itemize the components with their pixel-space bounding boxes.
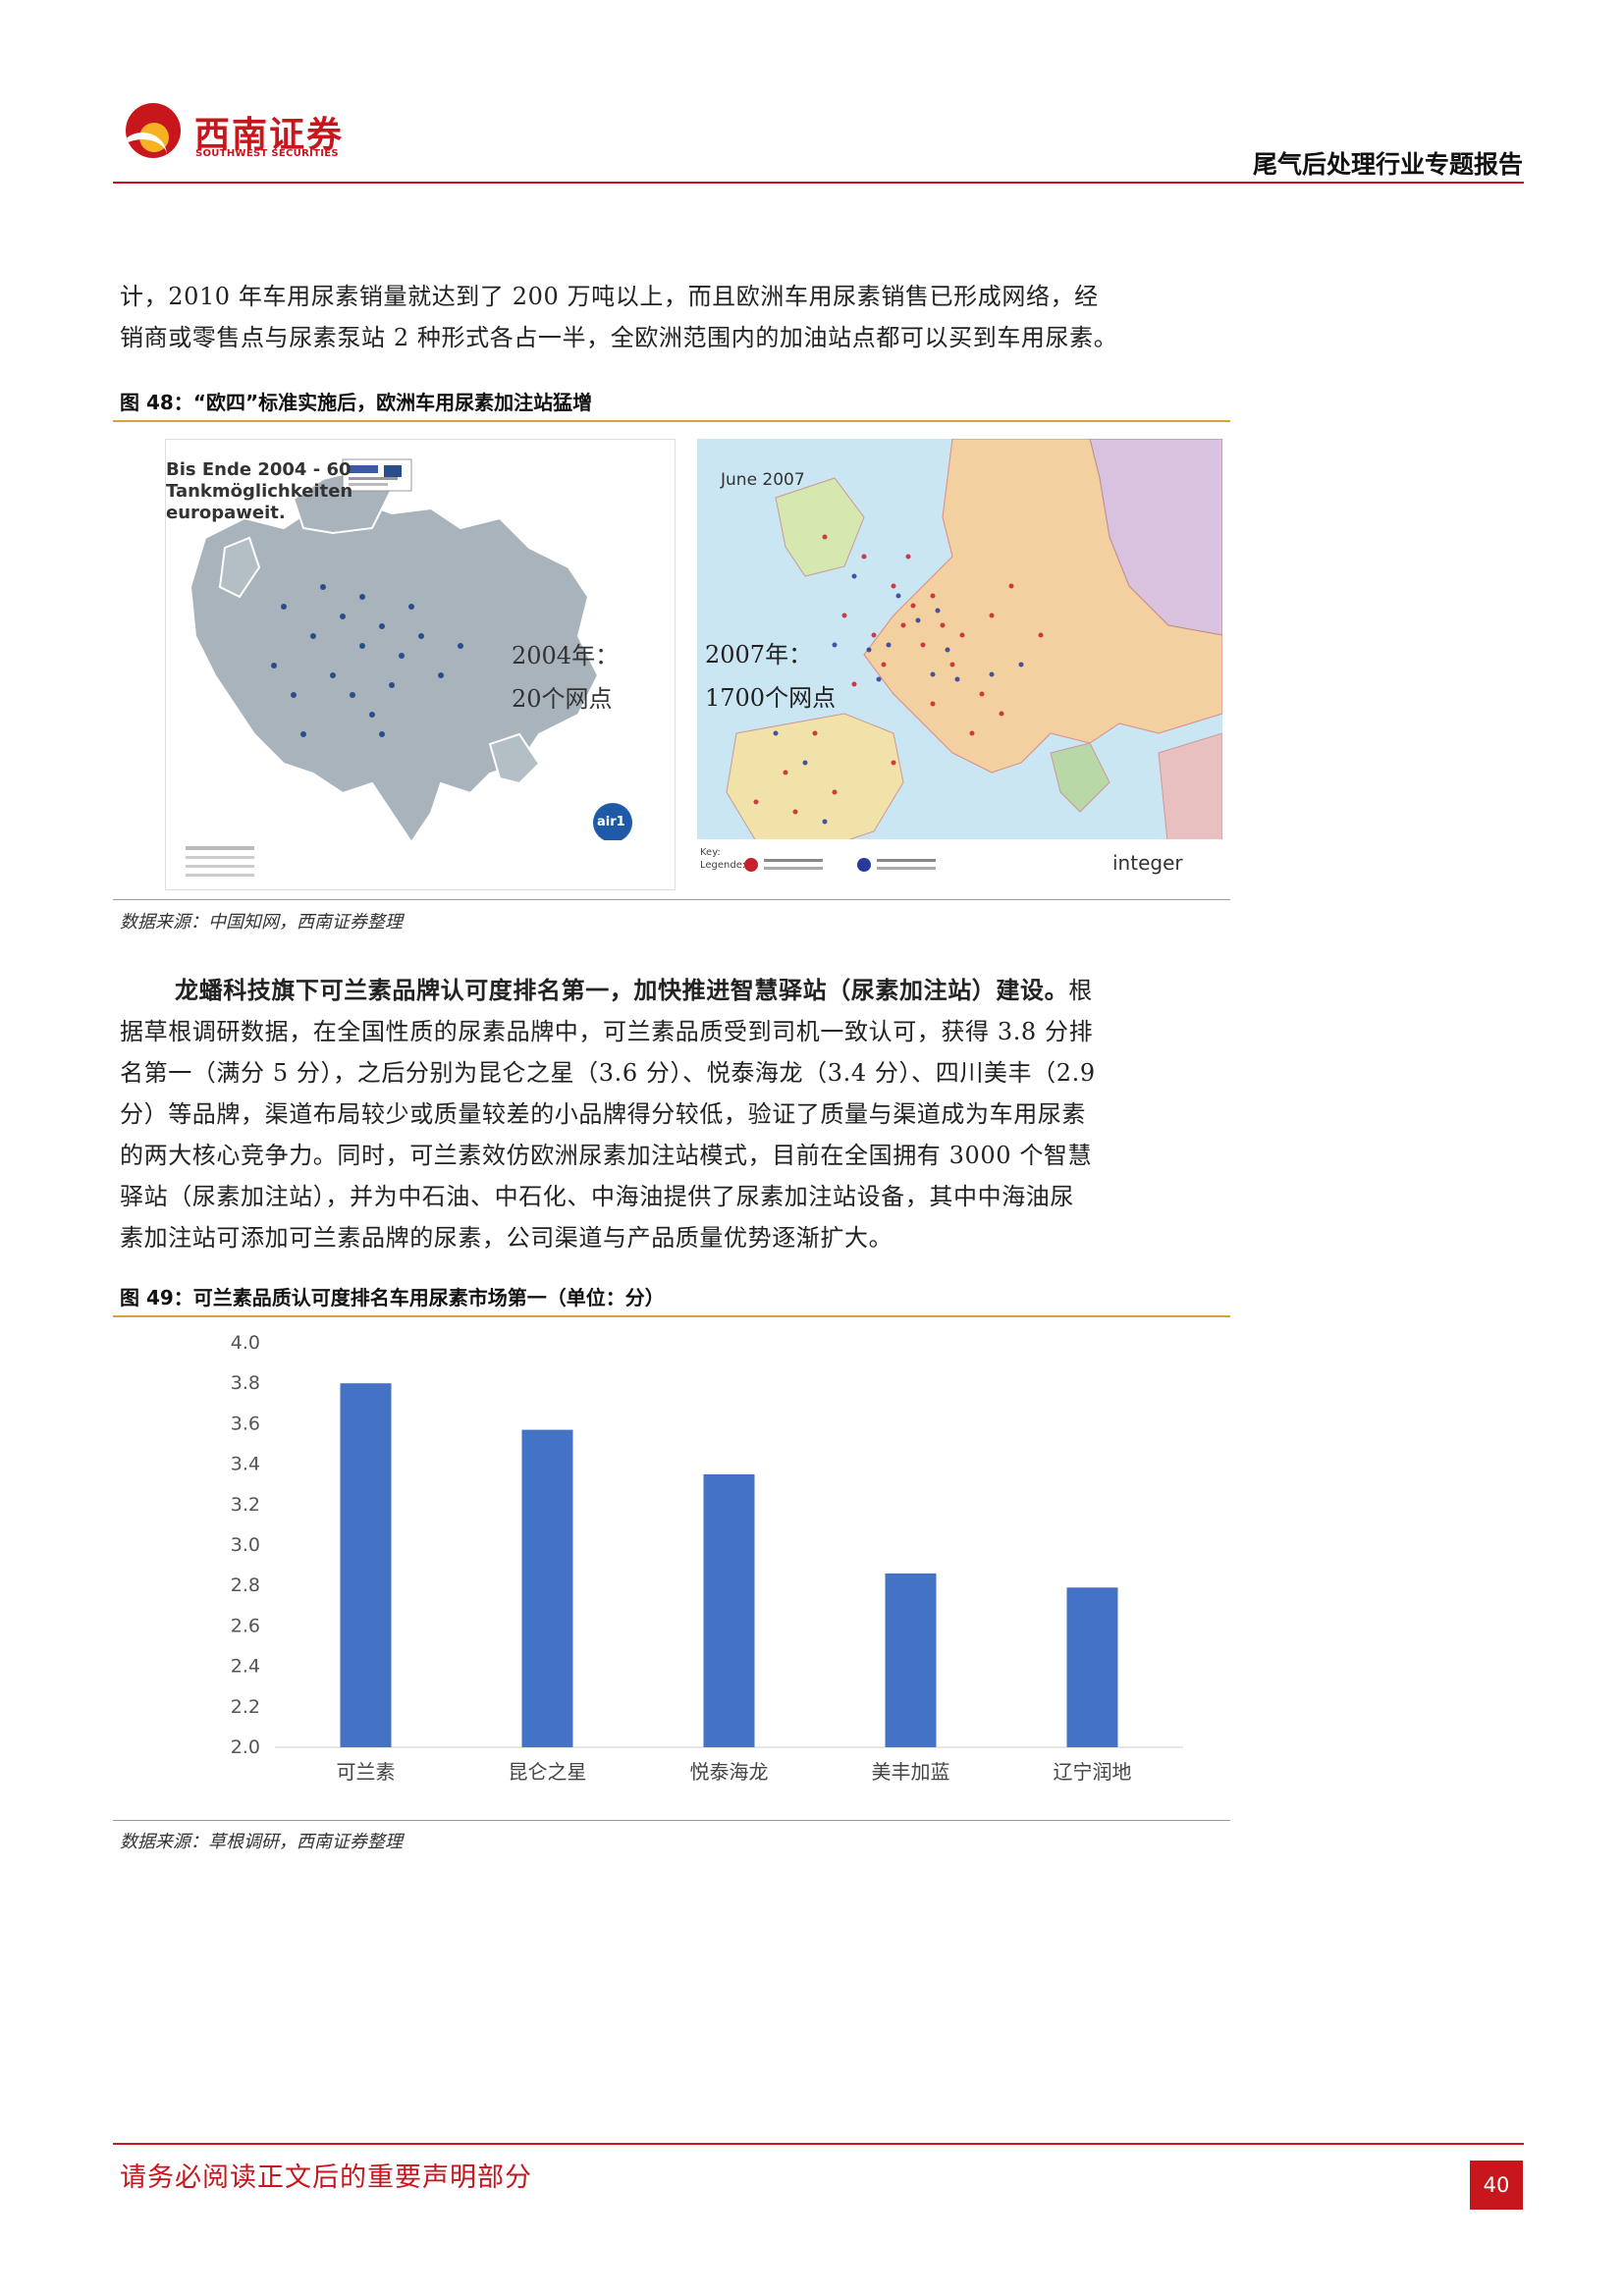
map-2004-brand: air1 xyxy=(597,815,625,829)
company-logo-icon xyxy=(126,103,181,158)
intro-line-2: 销商或零售点与尿素泵站 2 种形式各占一半，全欧洲范围内的加油站点都可以买到车用… xyxy=(120,324,1118,351)
map-2007-year-label: 2007年： xyxy=(705,641,813,668)
header-divider xyxy=(113,182,1524,184)
y-tick-label: 3.0 xyxy=(231,1534,260,1556)
body-para-line-2: 据草根调研数据，在全国性质的尿素品牌中，可兰素品质受到司机一致认可，获得 3.8… xyxy=(120,1018,1094,1045)
footer-disclaimer: 请务必阅读正文后的重要声明部分 xyxy=(120,2163,532,2193)
x-category-label: 悦泰海龙 xyxy=(690,1760,769,1784)
y-tick-label: 3.8 xyxy=(231,1372,260,1394)
map-2007-date: June 2007 xyxy=(721,470,805,490)
bar-3 xyxy=(703,1473,755,1747)
bar-1 xyxy=(340,1383,392,1747)
body-para-line-5: 的两大核心竞争力。同时，可兰素效仿欧洲尿素加注站模式，目前在全国拥有 3000 … xyxy=(120,1142,1093,1169)
report-title: 尾气后处理行业专题报告 xyxy=(1252,150,1523,179)
figure-49-bottom-rule xyxy=(113,1820,1230,1821)
body-para-line-6: 驿站（尿素加注站），并为中石油、中石化、中海油提供了尿素加注站设备，其中中海油尿 xyxy=(120,1183,1074,1210)
y-tick-label: 3.4 xyxy=(231,1454,260,1475)
map-2004-year-label: 2004年： xyxy=(512,642,620,669)
body-para-line-1: 龙蟠科技旗下可兰素品牌认可度排名第一，加快推进智慧驿站（尿素加注站）建设。根 xyxy=(120,970,1215,1011)
y-tick-label: 2.0 xyxy=(231,1736,260,1758)
x-category-label: 可兰素 xyxy=(337,1760,396,1784)
map-2004-heading: Bis Ende 2004 - 60 Tankmöglichkeiten eur… xyxy=(166,459,353,523)
figure-49-source: 数据来源：草根调研，西南证券整理 xyxy=(120,1832,403,1852)
figure-48-caption: 图 48：“欧四”标准实施后，欧洲车用尿素加注站猛增 xyxy=(120,391,593,414)
y-tick-label: 3.6 xyxy=(231,1413,260,1434)
figure-49-caption: 图 49：可兰素品质认可度排名车用尿素市场第一（单位：分） xyxy=(120,1286,665,1309)
quality-ranking-bar-chart: 4.0 3.8 3.6 3.4 3.2 3.0 2.8 2.6 2.4 2.2 2.0 可兰素 昆仑之星… xyxy=(231,1332,1183,1784)
bar-2 xyxy=(521,1429,573,1747)
bar-4 xyxy=(885,1573,937,1747)
x-category-label: 辽宁润地 xyxy=(1054,1760,1132,1784)
map-2007: June 2007 2007年： 1700个网点 Key: Legende: i… xyxy=(697,439,1222,888)
company-name-en: SOUTHWEST SECURITIES xyxy=(195,148,339,159)
figure-48-top-rule xyxy=(113,420,1230,422)
y-tick-label: 2.8 xyxy=(231,1575,260,1596)
map-2004-count-label: 20个网点 xyxy=(512,685,613,713)
y-tick-label: 2.4 xyxy=(231,1656,260,1678)
body-para-line-7: 素加注站可添加可兰素品牌的尿素，公司渠道与产品质量优势逐渐扩大。 xyxy=(120,1224,893,1252)
bar-5 xyxy=(1066,1587,1118,1747)
figure-48-bottom-rule xyxy=(113,899,1230,900)
figure-48-source: 数据来源：中国知网，西南证券整理 xyxy=(120,912,403,933)
y-tick-label: 3.2 xyxy=(231,1494,260,1516)
y-tick-label: 2.6 xyxy=(231,1615,260,1636)
map-2007-brand: integer xyxy=(1112,851,1183,875)
body-para-line-3: 名第一（满分 5 分），之后分别为昆仑之星（3.6 分）、悦泰海龙（3.4 分）… xyxy=(120,1059,1096,1087)
map-2007-legend-key: Key: Legende: xyxy=(700,847,746,871)
x-category-label: 美丰加蓝 xyxy=(872,1760,950,1784)
map-2007-count-label: 1700个网点 xyxy=(705,684,837,712)
body-para-line-4: 分）等品牌，渠道布局较少或质量较差的小品牌得分较低，验证了质量与渠道成为车用尿素 xyxy=(120,1100,1086,1128)
body-para-bold-lead: 龙蟠科技旗下可兰素品牌认可度排名第一，加快推进智慧驿站（尿素加注站）建设。 xyxy=(175,976,1069,1004)
footer-divider xyxy=(113,2143,1524,2145)
body-para-lead-tail: 根 xyxy=(1068,977,1093,1004)
figure-49-top-rule xyxy=(113,1315,1230,1317)
y-tick-label: 2.2 xyxy=(231,1696,260,1718)
intro-line-1: 计，2010 年车用尿素销量就达到了 200 万吨以上，而且欧洲车用尿素销售已形… xyxy=(120,283,1099,310)
page-number: 40 xyxy=(1470,2161,1523,2210)
x-category-label: 昆仑之星 xyxy=(509,1760,587,1784)
map-2004: Bis Ende 2004 - 60 Tankmöglichkeiten eur… xyxy=(165,439,676,890)
y-tick-label: 4.0 xyxy=(231,1332,260,1354)
